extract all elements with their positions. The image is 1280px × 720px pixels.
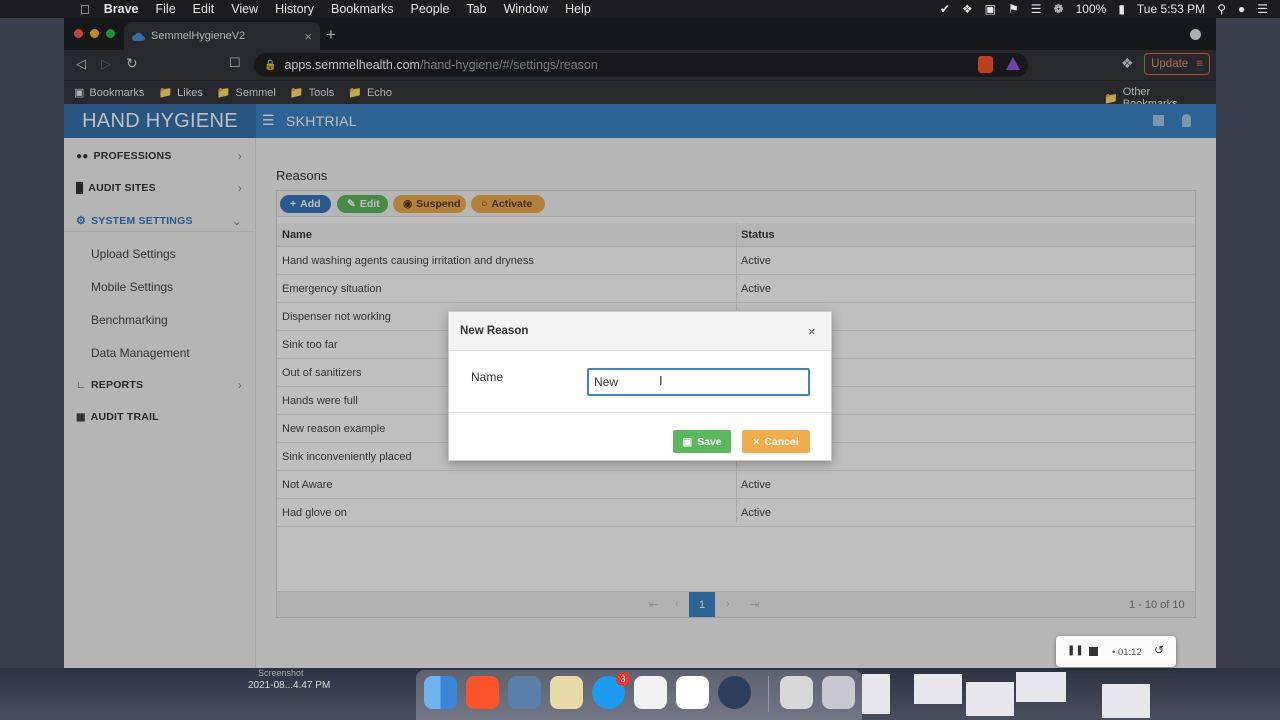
pause-icon[interactable]: ❚❚ (1067, 645, 1084, 656)
menu-view[interactable]: View (231, 2, 258, 16)
desktop-thumbnail[interactable] (862, 674, 890, 714)
wifi-icon[interactable]: ☰ (1031, 2, 1042, 16)
cancel-button[interactable]: × Cancel (742, 430, 810, 453)
restart-icon[interactable]: ↺ (1154, 643, 1164, 657)
dock: 3 (416, 670, 862, 720)
desktop-file-date: 2021-08...4.47 PM (248, 680, 331, 691)
bluetooth-icon[interactable]: ❁ (1054, 2, 1064, 16)
menu-edit[interactable]: Edit (193, 2, 215, 16)
menu-help[interactable]: Help (565, 2, 591, 16)
save-label: Save (697, 435, 722, 448)
notification-badge: 3 (616, 672, 630, 686)
check-status-icon[interactable]: ✔ (940, 2, 950, 16)
flag-icon[interactable]: ⚑ (1008, 2, 1019, 16)
new-reason-dialog: New Reason × Name I ▣ Save × Cancel (448, 311, 832, 461)
reason-name-input[interactable] (587, 368, 810, 396)
grid-status-icon[interactable]: ▣ (985, 2, 996, 16)
screen-recorder-widget: ❚❚ • 01:12 ↺ (1056, 636, 1176, 667)
menu-bookmarks[interactable]: Bookmarks (331, 2, 394, 16)
desktop-thumbnail[interactable] (1102, 684, 1150, 718)
stop-icon[interactable] (1089, 647, 1098, 656)
menu-history[interactable]: History (275, 2, 314, 16)
dialog-title: New Reason (460, 325, 529, 337)
control-center-icon[interactable]: ☰ (1257, 2, 1268, 16)
save-button[interactable]: ▣ Save (673, 430, 731, 453)
floppy-icon: ▣ (682, 435, 693, 448)
printer-icon[interactable] (780, 676, 813, 709)
desktop-thumbnail[interactable] (914, 674, 962, 704)
app-menu[interactable]: Brave (104, 2, 139, 16)
dialog-divider (449, 412, 831, 413)
finder-icon[interactable] (424, 676, 457, 709)
dock-separator (768, 676, 769, 712)
user-status-icon[interactable]: ● (1238, 2, 1245, 16)
slack-icon[interactable] (676, 676, 709, 709)
desktop-thumbnail[interactable] (1016, 672, 1066, 702)
battery-percent[interactable]: 100% (1076, 2, 1107, 16)
menu-window[interactable]: Window (504, 2, 548, 16)
brave-icon[interactable] (466, 676, 499, 709)
numbers-app-icon[interactable] (634, 676, 667, 709)
menubar-clock[interactable]: Tue 5:53 PM (1137, 2, 1205, 16)
trash-icon[interactable] (822, 676, 855, 709)
menu-file[interactable]: File (156, 2, 176, 16)
browser-window: SemmelHygieneV2 × + ◁ ▷ ↻ ☐ 🔒 apps.semme… (64, 18, 1216, 668)
apple-icon[interactable]:  (80, 2, 90, 17)
cancel-label: Cancel (764, 435, 799, 448)
mac-menu-bar:  Brave File Edit View History Bookmarks… (0, 0, 1280, 18)
desktop-file-caption: Screenshot (258, 668, 304, 678)
dialog-header: New Reason × (449, 312, 831, 351)
dropbox-icon[interactable]: ❖ (962, 2, 973, 16)
notes-app-icon[interactable] (550, 676, 583, 709)
spotlight-search-icon[interactable]: ⚲ (1217, 2, 1226, 16)
menu-people[interactable]: People (411, 2, 450, 16)
mail-app-icon[interactable] (508, 676, 541, 709)
dialog-close-icon[interactable]: × (808, 324, 816, 339)
desktop-thumbnail[interactable] (966, 682, 1014, 716)
name-label: Name (471, 370, 504, 384)
recording-time: • 01:12 (1112, 647, 1142, 658)
text-cursor-icon: I (659, 373, 663, 388)
menu-tab[interactable]: Tab (466, 2, 486, 16)
app-icon[interactable] (718, 676, 751, 709)
battery-icon: ▮ (1118, 2, 1125, 16)
close-icon: × (753, 435, 760, 448)
